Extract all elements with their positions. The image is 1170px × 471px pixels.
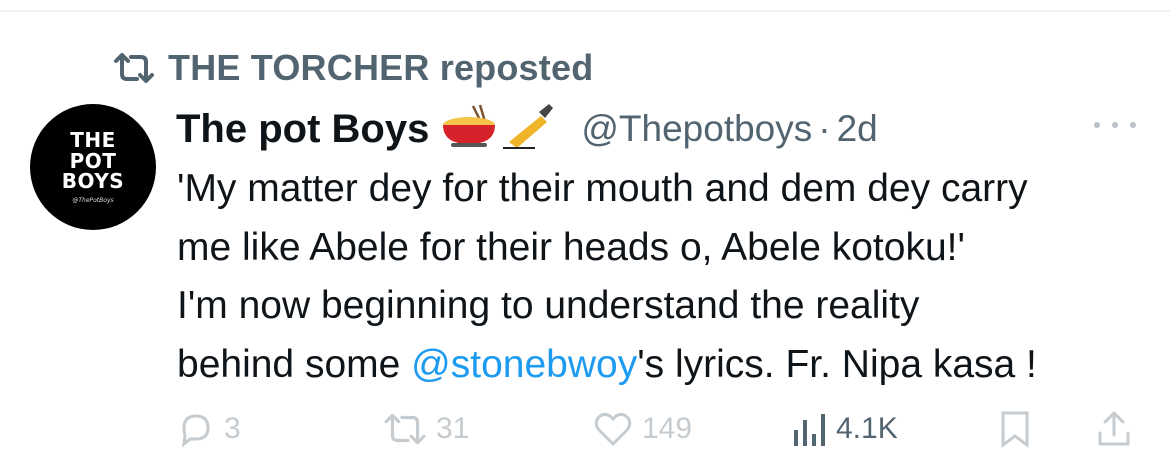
bookmark-button[interactable] <box>998 406 1032 452</box>
heart-icon <box>594 412 632 447</box>
repost-label: THE TORCHER reposted <box>168 47 594 88</box>
handle[interactable]: @Thepotboys <box>581 108 812 150</box>
mention-link[interactable]: @stonebwoy <box>411 343 637 386</box>
timestamp[interactable]: 2d <box>837 108 878 150</box>
top-divider <box>0 10 1170 12</box>
like-button[interactable]: 149 <box>592 406 692 452</box>
view-count: 4.1K <box>836 412 898 445</box>
views-button[interactable]: 4.1K <box>792 406 898 452</box>
tweet-line: I'm now beginning to understand the real… <box>177 284 920 327</box>
like-count: 149 <box>642 412 693 445</box>
more-dot <box>1094 122 1100 128</box>
views-icon <box>794 414 825 446</box>
repost-button[interactable]: 31 <box>382 406 469 452</box>
repost-count: 31 <box>436 412 470 445</box>
avatar[interactable]: THE POT BOYS @ThePotBoys <box>30 104 156 230</box>
tweet-line: 'My matter dey for their mouth and dem d… <box>177 167 1028 210</box>
more-dot <box>1112 122 1118 128</box>
tweet-header: The pot Boys @Thepotboys · 2d <box>176 102 878 157</box>
tweet-text-fragment: 's lyrics. Fr. Nipa kasa ! <box>637 342 1037 386</box>
reply-button[interactable]: 3 <box>176 406 241 452</box>
display-name[interactable]: The pot Boys <box>176 107 429 152</box>
more-options-icon[interactable] <box>1094 118 1136 132</box>
bookmark-icon <box>1001 411 1029 448</box>
action-bar: 3 31 149 4.1K <box>176 406 1146 452</box>
avatar-text-line: BOYS <box>61 169 125 194</box>
separator-dot: · <box>818 108 831 149</box>
tweet-line: behind some @stonebwoy's lyrics. Fr. Nip… <box>177 336 1157 395</box>
repost-context[interactable]: THE TORCHER reposted <box>112 46 593 90</box>
reply-icon <box>182 414 210 448</box>
name-emojis <box>439 102 567 157</box>
share-button[interactable] <box>1096 406 1132 452</box>
reply-count: 3 <box>224 412 241 445</box>
repost-icon <box>384 413 426 445</box>
share-icon <box>1098 411 1130 446</box>
tweet-line: me like Abele for their heads o, Abele k… <box>177 225 965 269</box>
repost-icon <box>112 50 156 86</box>
fondue-writing-hand-emoji-icon <box>443 103 554 149</box>
avatar-text-line: THE <box>70 128 116 153</box>
tweet-text: 'My matter dey for their mouth and dem d… <box>177 160 1157 394</box>
tweet-text-fragment: behind some <box>177 342 412 386</box>
more-dot <box>1130 122 1136 128</box>
avatar-signature: @ThePotBoys <box>72 196 114 204</box>
avatar-text-line: POT <box>69 148 117 173</box>
